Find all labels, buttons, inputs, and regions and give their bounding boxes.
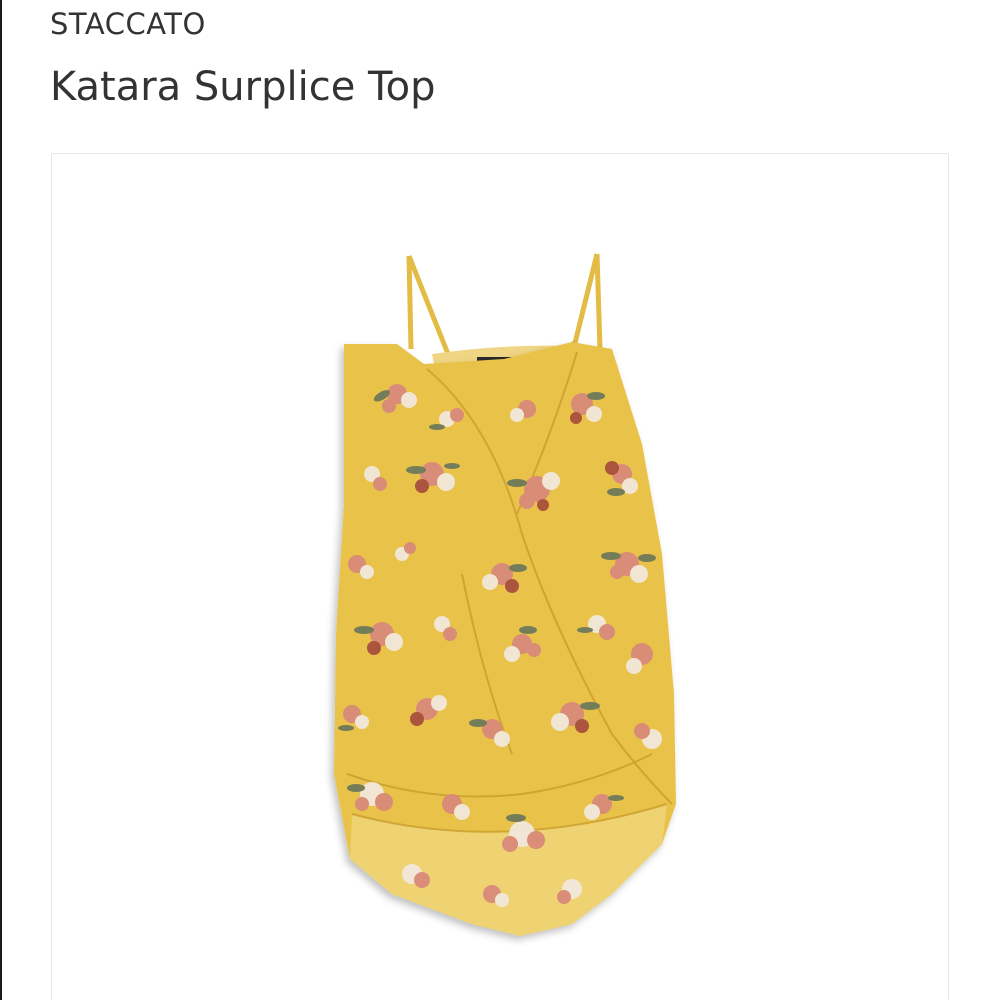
left-border-divider [0, 0, 2, 1000]
floral-camisole-icon [334, 253, 676, 936]
product-title: Katara Surplice Top [50, 64, 436, 110]
product-page: STACCATO Katara Surplice Top [0, 0, 1000, 1000]
product-image-card[interactable] [51, 153, 949, 1000]
brand-name[interactable]: STACCATO [50, 4, 206, 44]
